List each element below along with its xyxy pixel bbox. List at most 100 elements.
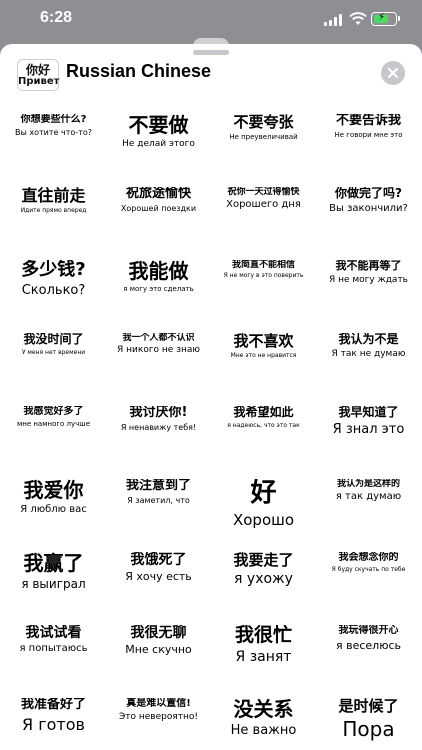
sticker-item[interactable]: 我不喜欢 Мне это не нравится	[211, 333, 316, 359]
sticker-chinese-text: 我认为是这样的	[336, 479, 400, 489]
sticker-russian-text: Я занят	[235, 648, 292, 665]
sticker-item[interactable]: 我赢了 я выиграл	[1, 552, 106, 591]
sticker-chinese-text: 我爱你	[23, 479, 84, 502]
sticker-russian-text: Не делай этого	[122, 139, 195, 149]
wifi-icon	[349, 12, 367, 25]
sticker-chinese-text: 我玩得很开心	[338, 625, 399, 636]
sticker-item[interactable]: 我会想念你的 Я буду скучать по тебе	[316, 552, 421, 573]
sticker-item[interactable]: 好 Хорошо	[211, 479, 316, 529]
sticker-item[interactable]: 我感觉好多了 мне намного лучше	[1, 406, 106, 428]
sticker-russian-text: Я так не думаю	[331, 348, 406, 359]
sticker-item[interactable]: 我很忙 Я занят	[211, 625, 316, 666]
sticker-chinese-text: 我很无聊	[130, 625, 187, 641]
sticker-chinese-text: 不要夸张	[233, 114, 294, 131]
sticker-item[interactable]: 我准备好了 Я готов	[1, 698, 106, 734]
sticker-chinese-text: 我注意到了	[125, 479, 191, 493]
sticker-russian-text: Я готов	[22, 714, 85, 734]
sticker-item[interactable]: 我希望如此 я надеюсь, что это так	[211, 406, 316, 429]
sticker-chinese-text: 不要做	[128, 114, 189, 137]
sticker-russian-text: У меня нет времени	[21, 348, 86, 356]
sticker-russian-text: Я ненавижу тебя!	[120, 422, 197, 432]
sticker-item[interactable]: 我要走了 я ухожу	[211, 552, 316, 588]
sticker-chinese-text: 我要走了	[233, 552, 294, 569]
app-icon-russian: Привет	[18, 76, 60, 87]
sticker-russian-text: я выиграл	[21, 577, 86, 591]
sticker-russian-text: Я не могу в это поверить	[223, 272, 304, 280]
sticker-russian-text: Я буду скучать по тебе	[331, 565, 406, 573]
sticker-chinese-text: 我认为不是	[338, 333, 399, 346]
sticker-chinese-text: 你做完了吗?	[335, 187, 402, 200]
sticker-item[interactable]: 我讨厌你! Я ненавижу тебя!	[106, 406, 211, 433]
sticker-chinese-text: 我不能再等了	[335, 260, 402, 272]
sticker-item[interactable]: 我注意到了 Я заметил, что	[106, 479, 211, 506]
sticker-item[interactable]: 我认为不是 Я так не думаю	[316, 333, 421, 360]
sticker-item[interactable]: 你做完了吗? Вы закончили?	[316, 187, 421, 215]
close-button[interactable]	[381, 61, 405, 85]
status-time: 6:28	[40, 9, 73, 26]
sticker-chinese-text: 我赢了	[23, 552, 84, 575]
sticker-russian-text: Не важно	[230, 723, 297, 738]
sticker-russian-text: я могу это сделать	[123, 285, 194, 293]
sticker-item[interactable]: 没关系 Не важно	[211, 698, 316, 739]
sticker-chinese-text: 我能做	[128, 260, 189, 283]
sticker-russian-text: Это невероятно!	[118, 711, 199, 722]
sticker-item[interactable]: 我能做 я могу это сделать	[106, 260, 211, 293]
sticker-item[interactable]: 多少钱? Сколько?	[1, 260, 106, 298]
sticker-russian-text: Я заметил, что	[127, 495, 190, 505]
sticker-russian-text: Не преувеличивай	[229, 133, 298, 142]
sticker-item[interactable]: 我一个人都不认识 Я никого не знаю	[106, 333, 211, 356]
sticker-russian-text: Вы закончили?	[329, 202, 408, 214]
sticker-russian-text: я ухожу	[234, 571, 293, 588]
sticker-chinese-text: 多少钱?	[21, 260, 86, 280]
sticker-item[interactable]: 我认为是这样的 я так думаю	[316, 479, 421, 503]
sticker-item[interactable]: 祝旅途愉快 Хорошей поездки	[106, 187, 211, 214]
sticker-russian-text: Вы хотите что-то?	[15, 127, 92, 137]
sticker-item[interactable]: 是时候了 Пора	[316, 698, 421, 741]
sticker-item[interactable]: 我早知道了 Я знал это	[316, 406, 421, 437]
sticker-item[interactable]: 我没时间了 У меня нет времени	[1, 333, 106, 356]
sticker-russian-text: Я никого не знаю	[117, 345, 200, 356]
sticker-item[interactable]: 我爱你 Я люблю вас	[1, 479, 106, 516]
sticker-chinese-text: 我很忙	[234, 625, 292, 646]
sticker-item[interactable]: 不要告诉我 Не говори мне это	[316, 114, 421, 139]
sticker-chinese-text: 我会想念你的	[338, 552, 399, 563]
sticker-item[interactable]: 我试试看 я попытаюсь	[1, 625, 106, 655]
sheet-header: 你好 Привет Russian Chinese	[0, 52, 422, 96]
sticker-chinese-text: 是时候了	[338, 698, 399, 715]
battery-icon: ⚡	[371, 12, 400, 26]
sticker-chinese-text: 祝旅途愉快	[125, 187, 191, 201]
sticker-chinese-text: 我一个人都不认识	[122, 333, 195, 343]
sticker-chinese-text: 不要告诉我	[335, 114, 401, 128]
sticker-item[interactable]: 不要夸张 Не преувеличивай	[211, 114, 316, 142]
sticker-chinese-text: 我饿死了	[130, 552, 187, 568]
sticker-item[interactable]: 直往前走 Идите прямо вперед	[1, 187, 106, 215]
sticker-chinese-text: 我感觉好多了	[23, 406, 84, 417]
sticker-sheet: 你好 Привет Russian Chinese 你想要些什么? Вы хоти…	[0, 44, 422, 750]
sticker-item[interactable]: 我很无聊 Мне скучно	[106, 625, 211, 656]
sticker-chinese-text: 我试试看	[25, 625, 82, 641]
sticker-item[interactable]: 真是难以置信! Это невероятно!	[106, 698, 211, 722]
sticker-chinese-text: 好	[250, 479, 277, 508]
sticker-russian-text: Сколько?	[21, 282, 86, 298]
sticker-russian-text: Пора	[342, 717, 395, 742]
sticker-item[interactable]: 祝你一天过得愉快 Хорошего дня	[211, 187, 316, 211]
sticker-item[interactable]: 你想要些什么? Вы хотите что-то?	[1, 114, 106, 137]
sticker-item[interactable]: 我玩得很开心 я веселюсь	[316, 625, 421, 652]
sticker-russian-text: Я не могу ждать	[328, 274, 408, 285]
sticker-russian-text: мне намного лучше	[16, 419, 91, 428]
sticker-chinese-text: 我准备好了	[20, 698, 86, 712]
sticker-item[interactable]: 我饿死了 Я хочу есть	[106, 552, 211, 583]
sticker-russian-text: Хорошего дня	[226, 199, 301, 211]
sticker-russian-text: Мне это не нравится	[230, 352, 297, 360]
sticker-russian-text: я попытаюсь	[19, 643, 88, 655]
sticker-chinese-text: 直往前走	[21, 187, 86, 205]
sticker-item[interactable]: 我简直不能相信 Я не могу в это поверить	[211, 260, 316, 280]
close-icon	[387, 67, 399, 79]
sticker-russian-text: Хорошей поездки	[120, 203, 197, 213]
sticker-chinese-text: 我早知道了	[338, 406, 399, 419]
sticker-russian-text: Мне скучно	[125, 643, 192, 657]
sticker-chinese-text: 没关系	[233, 698, 294, 721]
sticker-chinese-text: 我讨厌你!	[129, 406, 188, 420]
sticker-item[interactable]: 我不能再等了 Я не могу ждать	[316, 260, 421, 285]
sticker-item[interactable]: 不要做 Не делай этого	[106, 114, 211, 150]
